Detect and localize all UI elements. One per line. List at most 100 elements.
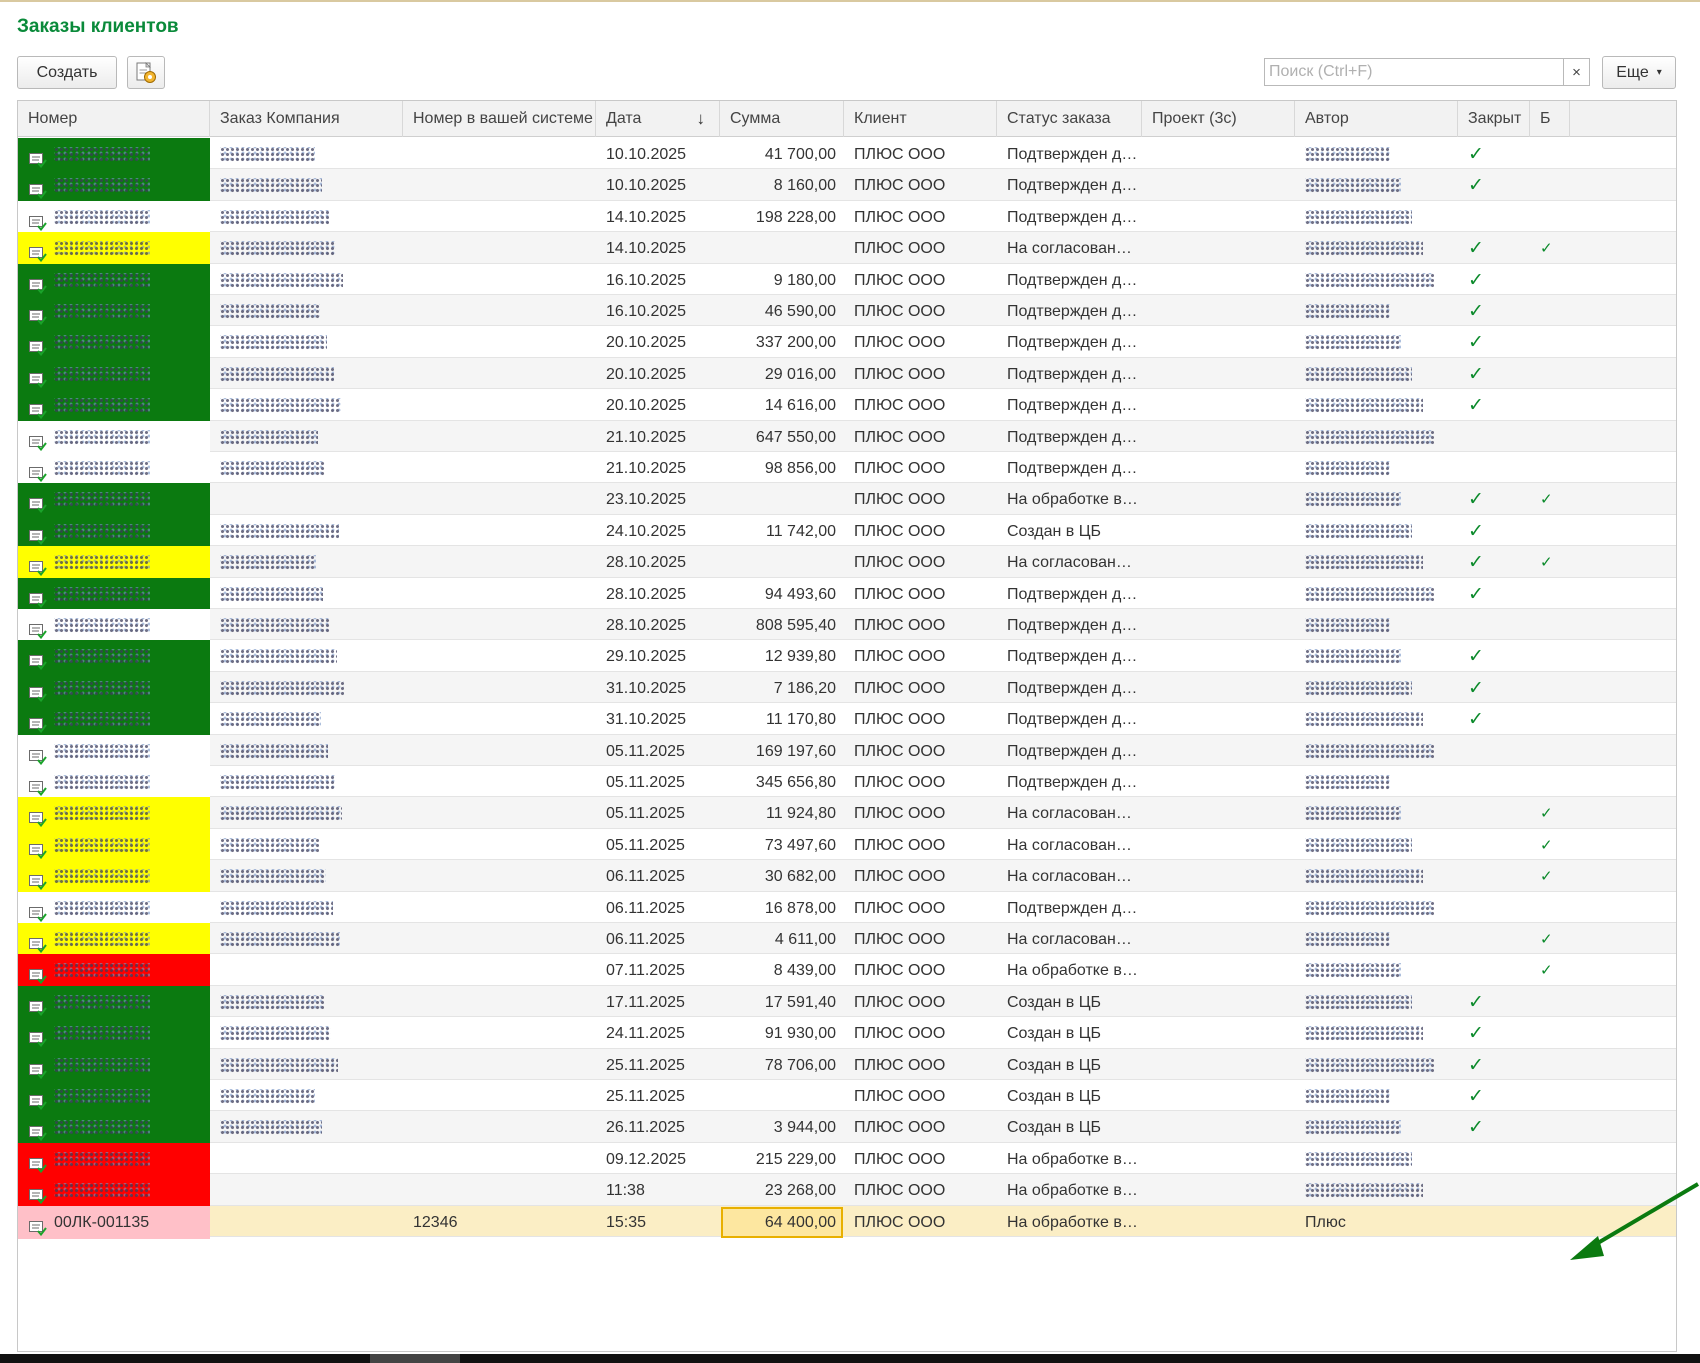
cell-status[interactable]: Подтвержден д…: [997, 452, 1142, 485]
cell-project[interactable]: [1142, 1143, 1295, 1176]
table-row[interactable]: 25.11.2025 ПЛЮС ООО Создан в ЦБ ✓: [18, 1080, 1676, 1113]
cell-your-number[interactable]: [403, 389, 596, 422]
cell-number[interactable]: [18, 546, 210, 580]
cell-author[interactable]: [1295, 609, 1458, 642]
cell-date[interactable]: 21.10.2025: [596, 421, 720, 454]
cell-status[interactable]: Подтвержден д…: [997, 766, 1142, 799]
cell-status[interactable]: Создан в ЦБ: [997, 1017, 1142, 1050]
create-button[interactable]: Создать: [17, 56, 117, 89]
cell-company-order[interactable]: [210, 1017, 403, 1050]
cell-sum[interactable]: 14 616,00: [720, 389, 844, 422]
cell-author[interactable]: [1295, 640, 1458, 673]
column-header-status[interactable]: Статус заказа: [997, 101, 1142, 137]
cell-company-order[interactable]: [210, 264, 403, 297]
table-row[interactable]: 06.11.2025 4 611,00 ПЛЮС ООО На согласован……: [18, 923, 1676, 956]
cell-author[interactable]: [1295, 703, 1458, 736]
cell-sum[interactable]: 41 700,00: [720, 138, 844, 171]
cell-author[interactable]: [1295, 829, 1458, 862]
cell-status[interactable]: Подтвержден д…: [997, 703, 1142, 736]
cell-sum[interactable]: 78 706,00: [720, 1049, 844, 1082]
cell-number[interactable]: [18, 326, 210, 360]
cell-date[interactable]: 06.11.2025: [596, 892, 720, 925]
cell-status[interactable]: На согласован…: [997, 923, 1142, 956]
cell-client[interactable]: ПЛЮС ООО: [844, 1174, 997, 1207]
cell-sum[interactable]: 7 186,20: [720, 672, 844, 705]
cell-sum[interactable]: 91 930,00: [720, 1017, 844, 1050]
cell-author[interactable]: [1295, 735, 1458, 768]
cell-sum[interactable]: 11 924,80: [720, 797, 844, 830]
cell-author[interactable]: [1295, 295, 1458, 328]
cell-status[interactable]: На согласован…: [997, 829, 1142, 862]
cell-number[interactable]: [18, 797, 210, 831]
cell-number[interactable]: [18, 985, 210, 1019]
cell-status[interactable]: Создан в ЦБ: [997, 515, 1142, 548]
cell-your-number[interactable]: [403, 169, 596, 202]
cell-date[interactable]: 05.11.2025: [596, 797, 720, 830]
cell-your-number[interactable]: [403, 1111, 596, 1144]
table-row[interactable]: 14.10.2025 ПЛЮС ООО На согласован… ✓ ✓: [18, 232, 1676, 266]
cell-status[interactable]: Подтвержден д…: [997, 358, 1142, 391]
cell-sum[interactable]: [720, 232, 844, 265]
cell-date[interactable]: 17.11.2025: [596, 986, 720, 1019]
cell-project[interactable]: [1142, 169, 1295, 202]
table-row[interactable]: 16.10.2025 9 180,00 ПЛЮС ООО Подтвержден д……: [18, 263, 1676, 297]
cell-date[interactable]: 15:35: [596, 1206, 720, 1239]
cell-author[interactable]: [1295, 1049, 1458, 1082]
table-row[interactable]: 21.10.2025 647 550,00 ПЛЮС ООО Подтвержден …: [18, 420, 1676, 454]
cell-sum[interactable]: 46 590,00: [720, 295, 844, 328]
cell-number[interactable]: [18, 483, 210, 517]
cell-project[interactable]: [1142, 954, 1295, 987]
cell-your-number[interactable]: [403, 1049, 596, 1082]
cell-number[interactable]: [18, 1048, 210, 1082]
cell-author[interactable]: [1295, 1174, 1458, 1207]
cell-your-number[interactable]: [403, 421, 596, 454]
table-row[interactable]: 10.10.2025 8 160,00 ПЛЮС ООО Подтвержден д……: [18, 169, 1676, 203]
cell-sum[interactable]: 808 595,40: [720, 609, 844, 642]
cell-author[interactable]: [1295, 578, 1458, 611]
cell-client[interactable]: ПЛЮС ООО: [844, 829, 997, 862]
cell-project[interactable]: [1142, 703, 1295, 736]
cell-number[interactable]: [18, 138, 210, 171]
table-row[interactable]: 25.11.2025 78 706,00 ПЛЮС ООО Создан в ЦБ ✓: [18, 1048, 1676, 1082]
cell-project[interactable]: [1142, 892, 1295, 925]
table-row[interactable]: 31.10.2025 11 170,80 ПЛЮС ООО Подтвержден д…: [18, 703, 1676, 737]
cell-date[interactable]: 28.10.2025: [596, 546, 720, 579]
cell-client[interactable]: ПЛЮС ООО: [844, 421, 997, 454]
cell-company-order[interactable]: [210, 609, 403, 642]
cell-company-order[interactable]: [210, 1143, 403, 1176]
cell-sum[interactable]: [720, 1080, 844, 1113]
cell-company-order[interactable]: [210, 546, 403, 579]
cell-your-number[interactable]: 12346: [403, 1206, 596, 1239]
cell-project[interactable]: [1142, 546, 1295, 579]
cell-number[interactable]: [18, 1174, 210, 1208]
cell-number[interactable]: [18, 295, 210, 328]
cell-company-order[interactable]: [210, 735, 403, 768]
cell-client[interactable]: ПЛЮС ООО: [844, 892, 997, 925]
table-row[interactable]: 11:38 23 268,00 ПЛЮС ООО На обработке в…: [18, 1174, 1676, 1208]
cell-company-order[interactable]: [210, 797, 403, 830]
cell-your-number[interactable]: [403, 766, 596, 799]
cell-date[interactable]: 05.11.2025: [596, 766, 720, 799]
cell-author[interactable]: [1295, 358, 1458, 391]
table-row[interactable]: 24.11.2025 91 930,00 ПЛЮС ООО Создан в ЦБ ✓: [18, 1017, 1676, 1051]
column-header-number[interactable]: Номер: [18, 101, 210, 137]
cell-number[interactable]: [18, 514, 210, 548]
cell-company-order[interactable]: [210, 295, 403, 328]
cell-client[interactable]: ПЛЮС ООО: [844, 138, 997, 171]
cell-company-order[interactable]: [210, 860, 403, 893]
table-row[interactable]: 10.10.2025 41 700,00 ПЛЮС ООО Подтвержден д…: [18, 138, 1676, 171]
table-row[interactable]: 26.11.2025 3 944,00 ПЛЮС ООО Создан в ЦБ ✓: [18, 1111, 1676, 1145]
cell-status[interactable]: Создан в ЦБ: [997, 1111, 1142, 1144]
cell-your-number[interactable]: [403, 954, 596, 987]
cell-status[interactable]: Создан в ЦБ: [997, 986, 1142, 1019]
cell-sum[interactable]: 11 170,80: [720, 703, 844, 736]
cell-author[interactable]: Плюс: [1295, 1206, 1458, 1239]
cell-company-order[interactable]: [210, 672, 403, 705]
cell-company-order[interactable]: [210, 389, 403, 422]
cell-company-order[interactable]: [210, 138, 403, 171]
cell-author[interactable]: [1295, 546, 1458, 579]
cell-date[interactable]: 29.10.2025: [596, 640, 720, 673]
cell-sum[interactable]: 3 944,00: [720, 1111, 844, 1144]
table-row[interactable]: 21.10.2025 98 856,00 ПЛЮС ООО Подтвержден д…: [18, 452, 1676, 485]
table-row[interactable]: 28.10.2025 808 595,40 ПЛЮС ООО Подтвержден …: [18, 609, 1676, 642]
